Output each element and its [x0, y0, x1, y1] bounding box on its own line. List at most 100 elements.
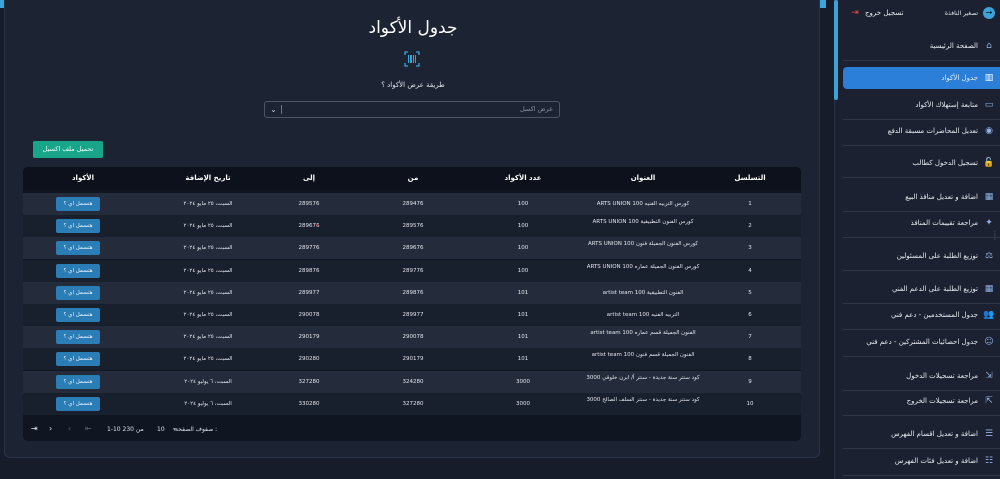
sidebar-item[interactable]: متابعة إستهلاك الأكواد ▭ [843, 94, 1000, 116]
sidebar-item[interactable]: تسجيل الدخول كطالب 🔓 [843, 152, 1000, 174]
table-header: التسلسل العنوان عدد الأكواد من إلى تاريخ… [23, 167, 801, 190]
rows-per-page-value[interactable]: 10 [157, 426, 165, 433]
view-mode-select[interactable]: ⌄ عرض اكسل [264, 101, 560, 118]
header-to: إلى [302, 174, 316, 182]
codes-action-button[interactable]: هتسمل اي ؟ [56, 396, 100, 411]
home-icon: ⌂ [986, 41, 992, 51]
view-mode-label: طريقة عرض الأكواد ؟ [381, 81, 445, 89]
arrow-right-icon[interactable]: → [983, 7, 995, 19]
codes-action-button[interactable]: هتسمل اي ؟ [56, 263, 100, 278]
cell-from: 289676 [402, 245, 424, 252]
sidebar-divider [843, 60, 1000, 61]
top-bar-accent [820, 0, 826, 8]
page-title: جدول الأكواد [368, 18, 458, 38]
table-row: 3 ARTS UNION 100 كورس الفنون الجميلة فنون… [23, 237, 801, 260]
sidebar-item[interactable]: الصفحة الرئيسية ⌂ [843, 35, 1000, 57]
cell-date: السبت، ٢٥ مايو ٢٠٢٤ [183, 312, 233, 318]
sidebar-item[interactable]: توزيع الطلبة على المسئولين ⚖ [843, 245, 1000, 267]
rows-per-page-dropdown-icon[interactable]: ▾ [173, 426, 176, 433]
cell-serial: 6 [748, 312, 752, 318]
codes-action-button[interactable]: هتسمل اي ؟ [56, 219, 100, 234]
codes-table: التسلسل العنوان عدد الأكواد من إلى تاريخ… [23, 167, 801, 441]
cell-serial: 9 [748, 378, 752, 385]
prev-page-icon[interactable]: ‹ [68, 424, 71, 433]
sidebar-item[interactable]: جدول المستخدمين - دعم فني 👥 [843, 304, 1000, 326]
logout-icon[interactable]: ⇥ [849, 7, 861, 19]
sidebar-item-label: مراجعة تقييمات المنافذ [910, 219, 978, 227]
sidebar-divider [843, 270, 1000, 271]
sidebar-item-label: متابعة إستهلاك الأكواد [915, 101, 978, 109]
sidebar-item-label: تسجيل الدخول كطالب [912, 159, 978, 167]
sidebar-item[interactable]: اضافة و تعديل منافذ البيع ▦ [843, 186, 1000, 208]
codes-action-button[interactable]: هتسمل اي ؟ [56, 352, 100, 367]
codes-action-button[interactable]: هتسمل اي ؟ [56, 308, 100, 322]
sidebar-scrollbar[interactable] [834, 0, 838, 100]
last-page-icon[interactable]: ⇥ [31, 424, 38, 433]
sidebar-item[interactable]: توزيع الطلبة على الدعم الفني ▦ [843, 278, 1000, 300]
chevron-down-icon[interactable]: ⌄ [268, 104, 279, 116]
cell-count: 101 [517, 312, 529, 318]
sidebar-item-label: توزيع الطلبة على المسئولين [896, 252, 978, 260]
table-row: 10 3000 كود سنتر سنة جديدة - سنتر السلف ا… [23, 392, 801, 415]
cell-date: السبت، ٢٥ مايو ٢٠٢٤ [183, 223, 233, 230]
sidebar-item[interactable]: مراجعة تقييمات المنافذ ✦ [843, 212, 1000, 234]
cell-count: 101 [517, 356, 529, 363]
table-row: 1 ARTS UNION 100 كورس التربيه الفنيه 100 28… [23, 193, 801, 215]
logout-link[interactable]: تسجيل خروج [865, 9, 903, 17]
sidebar-item-label: اضافة و تعديل منافذ البيع [905, 193, 978, 201]
cell-from: 289576 [402, 223, 424, 230]
cell-from: 289977 [402, 312, 424, 318]
grip-handle-icon[interactable]: ⋮ ⋮ [992, 231, 998, 244]
header-from: من [407, 174, 419, 182]
cell-count: 100 [517, 223, 529, 230]
pagination-range: 1-10 من 230 [107, 426, 144, 433]
pagination: صفوف الصفحة : ▾ 10 1-10 من 230 ⇤ ‹ › ⇥ [23, 417, 801, 441]
sidebar-divider [843, 145, 1000, 146]
cell-count: 100 [517, 245, 529, 252]
table-row: 9 3000 كود سنتر سنة جديدة - سنتر أ/ ابرن … [23, 370, 801, 393]
codes-action-button[interactable]: هتسمل اي ؟ [56, 285, 100, 300]
sidebar-item[interactable]: اضافة و تعديل اقسام الفهرس ☰ [843, 423, 1000, 445]
cell-serial: 3 [748, 245, 752, 252]
sidebar-item[interactable]: جدول احصائيات المشتركين - دعم فني ☺ [843, 331, 1000, 353]
first-page-icon[interactable]: ⇤ [85, 424, 92, 433]
next-page-icon[interactable]: › [49, 424, 52, 433]
scale-icon: ⚖ [984, 251, 994, 261]
cell-date: السبت، ٢٥ مايو ٢٠٢٤ [183, 289, 233, 296]
cell-count: 3000 [516, 378, 530, 385]
upload-excel-button[interactable]: تحميل ملف اكسيل [33, 141, 103, 158]
header-codes: الأكواد [71, 174, 95, 182]
sidebar-item[interactable]: مراجعة تسجيلات الخروج ⇱ [843, 390, 1000, 412]
shrink-window-link[interactable]: تصغير النافذة [945, 10, 978, 17]
sidebar-item[interactable]: تعديل المحاضرات مسبقة الدفع ◉ [843, 120, 1000, 142]
cell-serial: 7 [748, 334, 752, 341]
cell-count: 101 [517, 289, 529, 296]
logout-icon: ⇱ [985, 396, 993, 406]
table-row: 5 artist team 100 الفنون التطبيقية 101 2898… [23, 281, 801, 304]
cell-to: 290179 [298, 334, 320, 341]
star-icon: ✦ [985, 218, 993, 228]
cell-title: ARTS UNION 100 كورس الفنون التطبيقية [592, 219, 694, 226]
cell-serial: 4 [748, 267, 752, 274]
sidebar-divider [843, 177, 1000, 178]
cell-to: 290280 [298, 356, 320, 363]
sidebar-item[interactable]: جدول الأكواد ▥ [843, 67, 1000, 89]
sidebar-divider [843, 475, 1000, 476]
cell-date: السبت، ٦ يوليو ٢٠٢٤ [184, 378, 232, 385]
codes-action-button[interactable]: هتسمل اي ؟ [56, 241, 100, 256]
cell-from: 289476 [402, 201, 424, 207]
cell-to: 290078 [298, 312, 320, 318]
cell-date: السبت، ٢٥ مايو ٢٠٢٤ [183, 356, 233, 363]
cell-serial: 8 [748, 356, 752, 363]
sidebar-item[interactable]: مراجعة تسجيلات الدخول ⇲ [843, 365, 1000, 387]
codes-action-button[interactable]: هتسمل اي ؟ [56, 330, 100, 345]
codes-action-button[interactable]: هتسمل اي ؟ [56, 197, 100, 211]
cell-title: 3000 كود سنتر سنة جديدة - سنتر السلف الص… [586, 396, 700, 403]
cell-from: 290179 [402, 356, 424, 363]
rows-per-page-label: صفوف الصفحة : [175, 426, 218, 433]
sidebar-item[interactable]: اضافة و تعديل فئات الفهرس ☷ [843, 450, 1000, 472]
select-placeholder: عرض اكسل [519, 105, 553, 113]
cell-date: السبت، ٢٥ مايو ٢٠٢٤ [183, 245, 233, 252]
codes-action-button[interactable]: هتسمل اي ؟ [56, 374, 100, 389]
cell-from: 289776 [402, 267, 424, 274]
